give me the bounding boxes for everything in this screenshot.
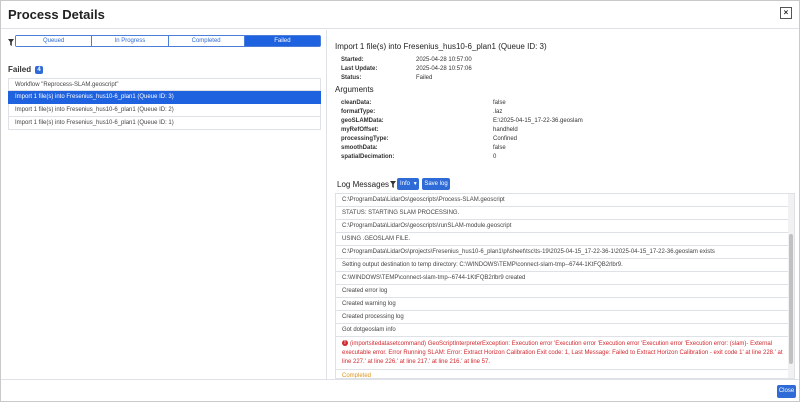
tab-in-progress[interactable]: In Progress bbox=[92, 36, 169, 46]
log-message: Created warning log bbox=[336, 298, 794, 311]
list-item[interactable]: Import 1 file(s) into Fresenius_hus10-6_… bbox=[8, 117, 321, 130]
status-filter-tabs: Queued In Progress Completed Failed bbox=[15, 35, 321, 47]
arg-value: false bbox=[493, 100, 506, 106]
error-icon: ! bbox=[342, 340, 348, 347]
meta-value: Failed bbox=[416, 75, 433, 81]
arg-value: 0 bbox=[493, 154, 497, 160]
dialog-title: Process Details bbox=[8, 7, 105, 22]
log-title: Log Messages bbox=[337, 180, 390, 189]
log-scrollbar[interactable] bbox=[788, 194, 794, 378]
detail-title: Import 1 file(s) into Fresenius_hus10-6_… bbox=[335, 42, 547, 51]
arg-key: cleanData: bbox=[341, 100, 372, 106]
process-list: Workflow "Reprocess-SLAM.geoscript" Impo… bbox=[8, 78, 321, 130]
arg-value: .laz bbox=[493, 109, 503, 115]
arg-key: smoothData: bbox=[341, 145, 378, 151]
list-item[interactable]: Import 1 file(s) into Fresenius_hus10-6_… bbox=[8, 104, 321, 117]
save-log-button[interactable]: Save log bbox=[422, 178, 450, 190]
list-heading-label: Failed bbox=[8, 65, 32, 74]
arguments-heading: Arguments bbox=[335, 85, 374, 94]
list-item[interactable]: Import 1 file(s) into Fresenius_hus10-6_… bbox=[8, 91, 321, 104]
filter-icon[interactable] bbox=[390, 181, 396, 188]
log-error-message: ! (importsitedatasetcommand) GeoScriptInt… bbox=[336, 337, 794, 370]
arg-value: Confined bbox=[493, 136, 518, 142]
dialog-header: Process Details × bbox=[1, 1, 799, 29]
arg-value: false bbox=[493, 145, 506, 151]
list-heading: Failed 4 bbox=[8, 65, 43, 74]
error-text: (importsitedatasetcommand) GeoScriptInte… bbox=[342, 341, 783, 365]
log-message: USING .GEOSLAM FILE. bbox=[336, 233, 794, 246]
arg-key: geoSLAMData: bbox=[341, 118, 384, 124]
log-completed-message: Completed bbox=[336, 370, 794, 378]
process-list-panel: Queued In Progress Completed Failed Fail… bbox=[1, 30, 327, 379]
tab-completed[interactable]: Completed bbox=[168, 36, 245, 46]
meta-key: Started: bbox=[341, 57, 364, 63]
log-message: Created error log bbox=[336, 285, 794, 298]
list-item[interactable]: Workflow "Reprocess-SLAM.geoscript" bbox=[8, 78, 321, 91]
process-details-dialog: Process Details × Queued In Progress Com… bbox=[0, 0, 800, 402]
process-detail-panel: Import 1 file(s) into Fresenius_hus10-6_… bbox=[335, 30, 795, 379]
log-messages: C:\ProgramData\LidarOs\geoscripts\Proces… bbox=[335, 193, 795, 379]
log-level-dropdown[interactable]: Info ▼ bbox=[397, 178, 419, 190]
arg-key: myRefOffset: bbox=[341, 127, 379, 133]
log-message: STATUS: STARTING SLAM PROCESSING. bbox=[336, 207, 794, 220]
arg-key: spatialDecimation: bbox=[341, 154, 395, 160]
tab-queued[interactable]: Queued bbox=[16, 36, 93, 46]
log-message: Created processing log bbox=[336, 311, 794, 324]
arg-value: handheld bbox=[493, 127, 518, 133]
log-message: C:\ProgramData\LidarOs\geoscripts\Proces… bbox=[336, 194, 794, 207]
arg-key: formatType: bbox=[341, 109, 376, 115]
log-message: Got dotgeoslam info bbox=[336, 324, 794, 337]
scroll-thumb[interactable] bbox=[789, 234, 793, 364]
filter-icon bbox=[8, 39, 14, 46]
meta-value: 2025-04-28 10:57:00 bbox=[416, 57, 472, 63]
log-message: C:\WINDOWS\TEMP\connect-slam-tmp--6744-1… bbox=[336, 272, 794, 285]
log-message: Setting output destination to temp direc… bbox=[336, 259, 794, 272]
log-message: C:\ProgramData\LidarOs\geoscripts\runSLA… bbox=[336, 220, 794, 233]
tab-failed[interactable]: Failed bbox=[244, 36, 320, 46]
count-badge: 4 bbox=[35, 65, 43, 74]
dialog-footer: Close bbox=[1, 379, 799, 401]
close-button[interactable]: Close bbox=[777, 385, 796, 398]
close-icon[interactable]: × bbox=[780, 7, 792, 19]
log-message: C:\ProgramData\LidarOs\projects\Freseniu… bbox=[336, 246, 794, 259]
arg-key: processingType: bbox=[341, 136, 389, 142]
chevron-down-icon: ▼ bbox=[412, 181, 418, 187]
meta-value: 2025-04-28 10:57:06 bbox=[416, 66, 472, 72]
arg-value: E:\2025-04-15_17-22-36.geoslam bbox=[493, 118, 583, 124]
log-level-label: Info bbox=[400, 181, 411, 187]
meta-key: Last Update: bbox=[341, 66, 378, 72]
log-header: Log Messages Info ▼ Save log bbox=[335, 178, 635, 192]
meta-key: Status: bbox=[341, 75, 362, 81]
